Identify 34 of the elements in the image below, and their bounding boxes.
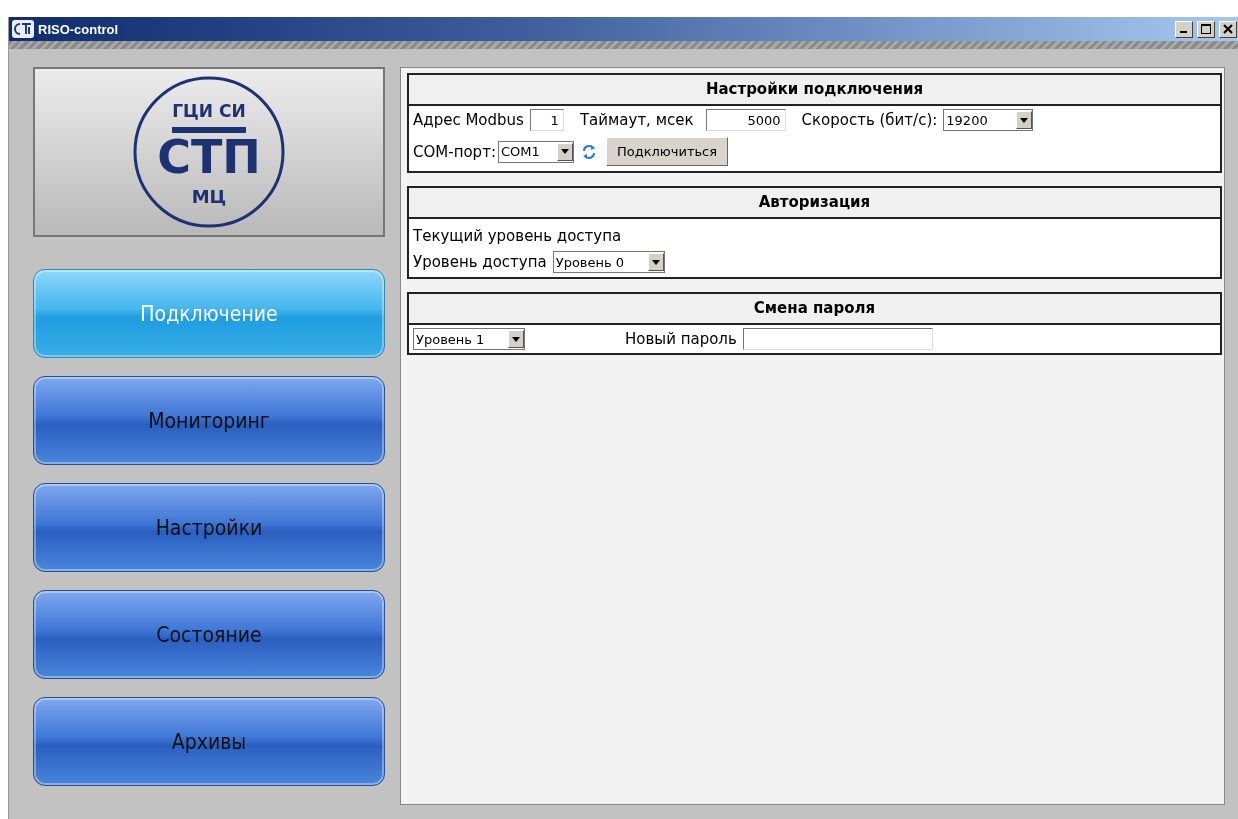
refresh-icon[interactable] xyxy=(581,143,596,160)
close-button[interactable] xyxy=(1219,20,1237,38)
field-label: Скорость (бит/с): xyxy=(801,111,938,129)
window-title: RISO-control xyxy=(38,21,120,37)
maximize-button[interactable] xyxy=(1197,20,1215,38)
nav-button[interactable]: Настройки xyxy=(33,483,385,572)
access-level-dropdown[interactable]: Уровень 0 xyxy=(552,251,665,273)
dropdown-arrow-icon xyxy=(1020,117,1029,123)
minimize-button[interactable] xyxy=(1175,20,1193,38)
nav-button[interactable]: Состояние xyxy=(33,590,385,679)
new-password-field[interactable] xyxy=(742,328,933,350)
field-label: Новый пароль xyxy=(625,330,737,348)
nav-button[interactable]: Мониторинг xyxy=(33,376,385,465)
current-level-label: Текущий уровень доступа xyxy=(413,227,622,245)
logo: ГЦИ СИ СТП МЦ xyxy=(132,75,286,229)
dropdown-arrow-icon xyxy=(512,336,520,342)
section-title: Смена пароля xyxy=(409,294,1220,325)
close-icon xyxy=(1223,24,1233,34)
field-label: Таймаут, мсек xyxy=(579,111,694,129)
field-label: COM-порт: xyxy=(413,142,496,161)
dropdown-arrow-icon xyxy=(560,149,569,154)
address-field[interactable]: 1 xyxy=(529,109,564,131)
speed-dropdown[interactable]: 19200 xyxy=(943,109,1034,131)
app-icon xyxy=(12,20,34,38)
field-label: Адрес Modbus xyxy=(413,111,524,129)
connect-button[interactable]: Подключиться xyxy=(605,137,729,166)
maximize-icon xyxy=(1201,24,1211,34)
timeout-field[interactable]: 5000 xyxy=(705,109,786,131)
dropdown-arrow-icon xyxy=(651,259,660,265)
section-title: Настройки подключения xyxy=(409,75,1220,106)
section-title: Авторизация xyxy=(409,188,1220,219)
password-level-dropdown[interactable]: Уровень 1 xyxy=(413,328,525,350)
field-label: Уровень доступа xyxy=(413,253,547,271)
port-dropdown[interactable]: COM1 xyxy=(497,140,574,163)
